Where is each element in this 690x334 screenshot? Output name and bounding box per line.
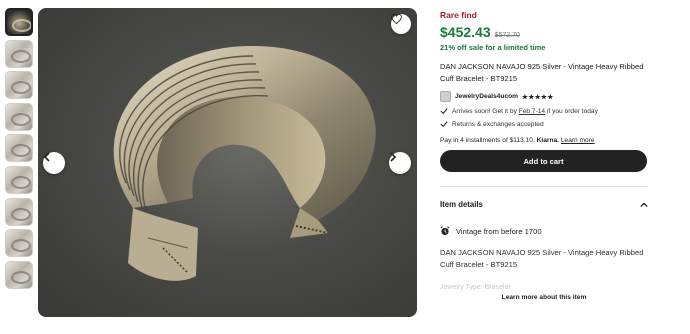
thumbnail-1[interactable] (5, 8, 33, 36)
thumbnail-6[interactable] (5, 165, 33, 194)
listing-panel: Rare find $452.43 $572.70 21% off sale f… (440, 10, 648, 301)
chevron-left-icon (43, 152, 50, 162)
heart-icon (391, 14, 402, 24)
current-price: $452.43 (440, 24, 491, 40)
add-to-cart-button[interactable]: Add to cart (440, 150, 647, 172)
sale-notice: 21% off sale for a limited time (440, 43, 546, 52)
shop-row[interactable]: JewelryDeals4ucom ★★★★★ (440, 91, 648, 102)
chevron-right-icon (390, 152, 397, 162)
rare-find-badge: Rare find (440, 10, 477, 20)
thumbnail-4[interactable] (5, 102, 33, 131)
thumbnail-5[interactable] (5, 134, 33, 163)
shop-avatar[interactable] (440, 91, 451, 102)
next-image-button[interactable] (389, 152, 411, 174)
chevron-up-icon (640, 201, 648, 207)
thumbnail-7[interactable] (5, 197, 33, 226)
vintage-row: Vintage from before 1700 (440, 226, 648, 236)
alarm-clock-icon (440, 226, 450, 235)
arrival-date-link[interactable]: Feb 7-14 (519, 108, 545, 115)
learn-more-about-item-button[interactable]: Learn more about this item (440, 294, 648, 301)
check-icon (440, 108, 448, 115)
favorite-button[interactable] (391, 14, 411, 34)
shop-name[interactable]: JewelryDeals4ucom (455, 93, 518, 100)
listing-title: DAN JACKSON NAVAJO 925 Silver - Vintage … (440, 62, 644, 83)
returns-text: Returns & exchanges accepted (452, 120, 544, 128)
klarna-brand: Klarna. (536, 137, 560, 144)
product-image[interactable] (38, 8, 417, 317)
learn-more-link[interactable]: Learn more (561, 137, 595, 144)
arrival-row: Arrives soon! Get it by Feb 7-14 if you … (440, 107, 648, 115)
price-row: $452.43 $572.70 (440, 24, 648, 40)
divider (440, 186, 648, 187)
installments-text: Pay in 4 installments of $113.10. (440, 137, 537, 144)
item-details-heading: Item details (440, 200, 483, 209)
bracelet-image (113, 45, 376, 281)
thumbnail-2[interactable] (5, 39, 33, 68)
thumbnail-3[interactable] (5, 71, 33, 100)
installments-row: Pay in 4 installments of $113.10. Klarna… (440, 137, 648, 144)
arrival-suffix: if you order today (545, 107, 598, 115)
faded-detail-line: Jewelry Type: Bracelet (440, 284, 511, 291)
vintage-text: Vintage from before 1700 (456, 226, 542, 236)
item-description: DAN JACKSON NAVAJO 925 Silver - Vintage … (440, 248, 644, 269)
item-details-toggle[interactable]: Item details (440, 200, 648, 209)
returns-row: Returns & exchanges accepted (440, 120, 648, 128)
original-price: $572.70 (494, 32, 520, 39)
star-rating: ★★★★★ (522, 93, 554, 101)
thumbnail-9[interactable] (5, 260, 33, 289)
thumbnail-strip (5, 8, 35, 292)
check-icon (440, 121, 448, 128)
previous-image-button[interactable] (43, 152, 65, 174)
arrival-prefix: Arrives soon! Get it by (452, 107, 519, 115)
thumbnail-8[interactable] (5, 229, 33, 258)
